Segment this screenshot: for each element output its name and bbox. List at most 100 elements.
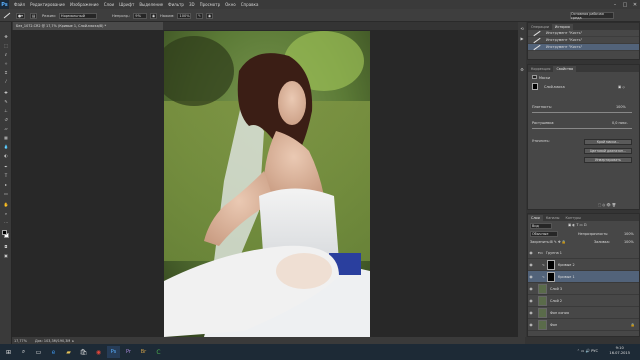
size-pressure-icon[interactable]: ◉	[206, 12, 214, 19]
layer-mask-thumbnail[interactable]	[546, 259, 555, 270]
layer-row-group[interactable]: ◉ ▾▭ Группа 1	[528, 247, 639, 259]
menu-3d[interactable]: 3D	[189, 2, 195, 7]
menu-edit[interactable]: Редактирование	[30, 2, 65, 7]
menu-file[interactable]: Файл	[14, 2, 25, 7]
layer-row[interactable]: ◉ Слой 2	[528, 295, 639, 307]
lasso-tool-icon[interactable]: ℓ	[3, 52, 9, 57]
layer-row[interactable]: ◉ ∿ Кривые 2	[528, 259, 639, 271]
foreground-color-swatch[interactable]	[2, 230, 7, 235]
feather-value[interactable]: 0,0 пикс.	[612, 121, 628, 125]
minimize-icon[interactable]: –	[610, 0, 620, 9]
brush-size-picker[interactable]: ●▾	[16, 12, 25, 19]
crop-tool-icon[interactable]: ⌗	[3, 70, 9, 75]
properties-footer-icons[interactable]: ⬚ ◎ 👁 🗑	[598, 203, 616, 207]
menu-layers[interactable]: Слои	[104, 2, 114, 7]
clone-stamp-tool-icon[interactable]: ⊥	[3, 108, 9, 113]
layer-row-selected[interactable]: ◉ ∿ Кривые 1	[528, 271, 639, 283]
document-image[interactable]	[164, 31, 370, 337]
brush-tool-icon[interactable]: ✎	[3, 99, 9, 104]
opacity-input[interactable]: 9%	[133, 12, 148, 19]
history-item[interactable]: Инструмент "Кисть"	[528, 30, 639, 37]
visibility-eye-icon[interactable]: ◉	[528, 274, 534, 279]
tray-icons[interactable]: ⌃ ▭ 🔊 РУС	[577, 349, 598, 353]
tab-paths[interactable]: Контуры	[562, 215, 584, 221]
maximize-icon[interactable]: □	[620, 0, 630, 9]
close-icon[interactable]: ✕	[630, 0, 640, 9]
density-value[interactable]: 100%	[616, 105, 626, 109]
menu-image[interactable]: Изображение	[70, 2, 99, 7]
tab-properties[interactable]: Свойства	[553, 66, 577, 72]
blur-tool-icon[interactable]: 💧	[3, 144, 9, 149]
document-tab[interactable]: Без_1072.CR2 @ 17,7% (Кривые 1, Слой-мас…	[13, 22, 163, 30]
healing-brush-tool-icon[interactable]: ✚	[3, 90, 9, 95]
pixel-mask-icon[interactable]: ▣ ◇	[618, 85, 625, 89]
history-brush-tool-icon[interactable]: ↺	[3, 117, 9, 122]
tab-actions[interactable]: Операции	[528, 24, 552, 30]
mode-select[interactable]: Нормальный	[58, 12, 97, 19]
dodge-tool-icon[interactable]: ◐	[3, 153, 9, 158]
bridge-icon[interactable]: Br	[137, 346, 150, 358]
airbrush-icon[interactable]: ✎	[196, 12, 204, 19]
brush-panel-toggle-icon[interactable]: ▤	[30, 12, 38, 19]
visibility-eye-icon[interactable]: ◉	[528, 310, 534, 315]
layer-filter-icons[interactable]: ▣ ◐ T ▭ ⊡	[568, 223, 587, 227]
layer-filter-select[interactable]: Вид	[530, 223, 552, 229]
shape-tool-icon[interactable]: ▭	[3, 191, 9, 196]
history-panel-icon[interactable]: ⟲	[519, 26, 525, 31]
blend-mode-select[interactable]: Обычные	[530, 231, 558, 237]
explorer-icon[interactable]: ▰	[62, 346, 75, 358]
workspace-select[interactable]: Основная рабочая среда	[570, 12, 614, 20]
history-item[interactable]: Инструмент "Кисть"	[528, 37, 639, 44]
move-tool-icon[interactable]: ✥	[3, 34, 9, 39]
canvas-area[interactable]	[12, 30, 525, 337]
pen-tool-icon[interactable]: ✒	[3, 164, 9, 169]
tab-layers[interactable]: Слои	[528, 215, 543, 221]
menu-view[interactable]: Просмотр	[200, 2, 221, 7]
color-range-button[interactable]: Цветовой диапазон...	[584, 148, 632, 154]
quick-select-tool-icon[interactable]: ✧	[3, 61, 9, 66]
path-select-tool-icon[interactable]: ▸	[3, 182, 9, 187]
menu-window[interactable]: Окно	[225, 2, 236, 7]
density-slider[interactable]	[532, 112, 632, 113]
visibility-eye-icon[interactable]: ◉	[528, 322, 534, 327]
quick-mask-icon[interactable]: ◘	[3, 244, 9, 249]
camtasia-icon[interactable]: C	[152, 346, 165, 358]
edge-icon[interactable]: e	[47, 346, 60, 358]
photoshop-icon[interactable]: Ps	[107, 346, 120, 358]
layer-row[interactable]: ◉ Слой 3	[528, 283, 639, 295]
marquee-tool-icon[interactable]: ⬚	[3, 43, 9, 48]
search-icon[interactable]: ⌕	[17, 346, 30, 358]
eyedropper-tool-icon[interactable]: ⁄	[3, 79, 9, 84]
layer-row[interactable]: ◉ Фон 🔒	[528, 319, 639, 331]
menu-select[interactable]: Выделение	[139, 2, 163, 7]
tab-history[interactable]: История	[551, 24, 573, 30]
pressure-input[interactable]: 100%	[177, 12, 192, 19]
tab-adjustments[interactable]: Коррекция	[528, 66, 553, 72]
visibility-eye-icon[interactable]: ◉	[528, 298, 534, 303]
taskbar-clock[interactable]: 9:10 16.07.2015	[609, 346, 630, 356]
feather-slider[interactable]	[532, 128, 632, 129]
layer-row[interactable]: ◉ Фон копия	[528, 307, 639, 319]
actions-panel-icon[interactable]: ▶	[519, 36, 525, 41]
hand-tool-icon[interactable]: ✋	[3, 202, 9, 207]
menu-type[interactable]: Шрифт	[119, 2, 134, 7]
mask-edge-button[interactable]: Край маски...	[584, 139, 632, 145]
menu-filter[interactable]: Фильтр	[168, 2, 184, 7]
screen-mode-icon[interactable]: ▣	[3, 253, 9, 258]
layer-mask-thumbnail[interactable]	[546, 271, 555, 282]
tab-channels[interactable]: Каналы	[543, 215, 563, 221]
fill-value[interactable]: 100%	[624, 240, 634, 244]
menu-help[interactable]: Справка	[241, 2, 259, 7]
lock-icons[interactable]: ⊞ ✎ ✥ 🔒	[550, 240, 566, 244]
windows-icon[interactable]: ⊞	[2, 346, 15, 358]
brush-tool-preset-icon[interactable]	[3, 12, 12, 19]
opacity-pressure-icon[interactable]: ◉	[150, 12, 158, 19]
chrome-icon[interactable]: ◉	[92, 346, 105, 358]
status-menu-arrow-icon[interactable]: ▸	[72, 339, 74, 343]
gradient-tool-icon[interactable]: ▦	[3, 135, 9, 140]
visibility-eye-icon[interactable]: ◉	[528, 250, 534, 255]
store-icon[interactable]: 🛍	[77, 346, 90, 358]
mask-thumbnail[interactable]	[532, 83, 538, 90]
eraser-tool-icon[interactable]: ▱	[3, 126, 9, 131]
zoom-tool-icon[interactable]: ⌕	[3, 211, 9, 216]
